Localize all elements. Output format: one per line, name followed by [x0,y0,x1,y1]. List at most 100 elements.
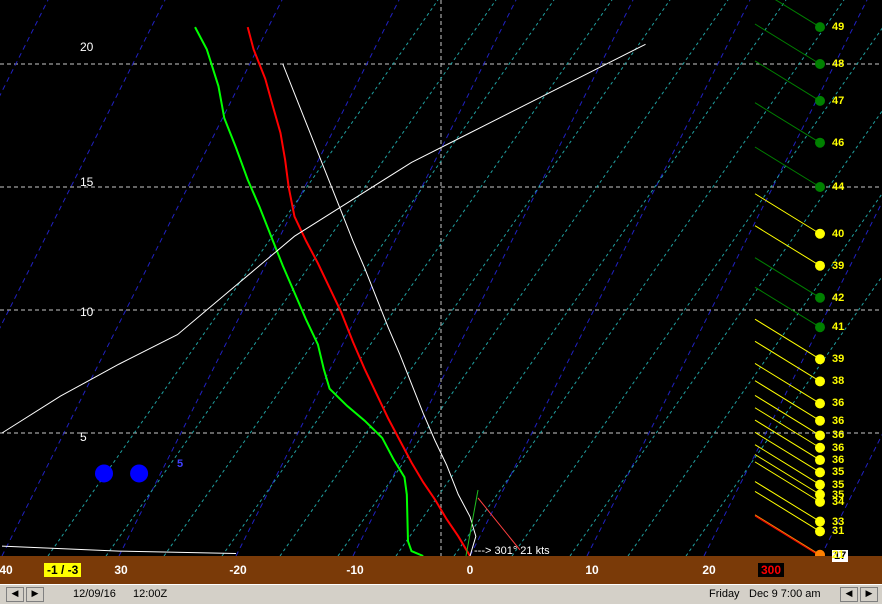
wind-speed-label: 36 [832,414,845,427]
marker-dot [95,464,113,483]
isotherm-line [235,0,517,556]
wind-barb [754,444,821,486]
wind-barb [754,318,821,360]
wind-dot [815,182,825,192]
wind-dot [815,260,825,271]
mixing-ratio-line [163,0,555,556]
status-day: Friday [709,588,740,600]
wind-barb [754,514,821,556]
wind-speed-label: 39 [832,259,845,272]
right-arrow-icon[interactable]: ▶ [860,587,878,602]
status-date: 12/09/16 [73,588,116,600]
isotherm-line [0,0,49,97]
wind-barb [754,23,821,65]
status-time: 12:00Z [133,588,168,600]
skewt-plot [0,0,882,556]
wind-barb [754,454,821,495]
series-upper-curve [1,43,646,434]
y-tick-10: 10 [80,305,94,319]
mixing-ratio-line [337,0,729,556]
mixing-ratio-line [105,0,497,556]
isotherm-line [352,0,634,556]
wind-barb [754,146,821,188]
wind-dot [815,228,825,239]
mixing-ratio-line [453,0,845,556]
isotherm-line [118,0,400,556]
wind-speed-label: 47 [832,94,845,107]
series-surface-curve [1,545,237,555]
wind-dot [815,398,825,409]
left-arrow-icon[interactable]: ◀ [840,587,858,602]
mixing-ratio-line [395,0,787,556]
wind-barb [754,395,821,436]
isotherm-line [820,433,882,556]
wind-barb [754,102,821,144]
x-tick-minus20: -20 [229,563,247,577]
wind-dot [815,22,825,33]
x-tick-minus30: 30 [114,563,128,577]
wind-speed-label: 41 [832,321,845,334]
wind-barb [754,461,821,503]
isotherm-line [469,0,751,556]
wind-barb [775,0,821,28]
right-arrow-icon[interactable]: ▶ [26,587,44,602]
wind-speed-label: 36 [832,441,845,454]
pressure-box: 300 [758,563,785,577]
x-tick-10: 10 [585,563,599,577]
wind-dot [815,430,825,441]
wind-speed-label: 35 [832,466,845,479]
wind-dot [815,479,825,490]
wind-dot [815,489,825,500]
wind-barb [754,419,821,461]
wind-dot [815,467,825,478]
x-tick-40: 40 [0,563,13,577]
wind-barb [754,515,821,556]
y-tick-20: 20 [80,40,94,54]
mixing-ratio-line [279,0,671,556]
left-arrow-icon[interactable]: ◀ [6,587,24,602]
wind-dot [815,292,825,303]
x-tick-20: 20 [702,563,716,577]
surface-wind-readout: ---> 301° 21 kts [474,545,550,557]
marker-dot [130,464,149,483]
y-tick-15: 15 [80,175,94,189]
wind-barb [754,407,821,449]
skewt-window: { "chart_data": { "type": "line", "x_lab… [0,0,882,604]
wind-speed-label: 36 [832,429,845,442]
wind-dot [815,376,825,387]
ground-band [0,556,882,584]
x-tick-minus10: -10 [346,563,364,577]
series-temperature [246,26,471,556]
wind-dot [815,442,825,453]
wind-speed-label: 39 [832,353,845,366]
status-bar: ◀ ▶ 12/09/16 12:00Z Friday Dec 9 7:00 am… [0,584,882,604]
wind-dot [815,455,825,466]
wind-speed-label: 38 [832,375,845,388]
wind-dot [815,137,825,148]
wind-barb [754,286,821,328]
wind-dot [815,415,825,426]
wind-speed-label: 46 [832,136,845,149]
isotherm-line [703,201,882,556]
wind-speed-label: 21 [832,548,845,561]
wind-speed-label: 36 [832,397,845,410]
wind-speed-label: 49 [832,21,845,34]
wind-barb [754,481,821,522]
wind-dot [815,322,825,333]
wind-dot [815,516,825,527]
wind-barb [754,340,821,382]
wind-barb [754,363,821,404]
wind-dot [815,59,825,69]
wind-barb [754,257,821,299]
wind-barb [754,431,821,473]
wind-barb [754,225,821,267]
wind-barb [754,490,821,532]
wind-barb [754,380,821,422]
wind-speed-label: 48 [832,58,845,70]
wind-dot [815,526,825,537]
wind-barb [754,60,821,102]
surface-temp-tick [477,497,521,551]
wind-speed-label: 42 [832,291,845,304]
wind-speed-label: 35 [832,478,845,491]
wind-barb [754,193,821,235]
